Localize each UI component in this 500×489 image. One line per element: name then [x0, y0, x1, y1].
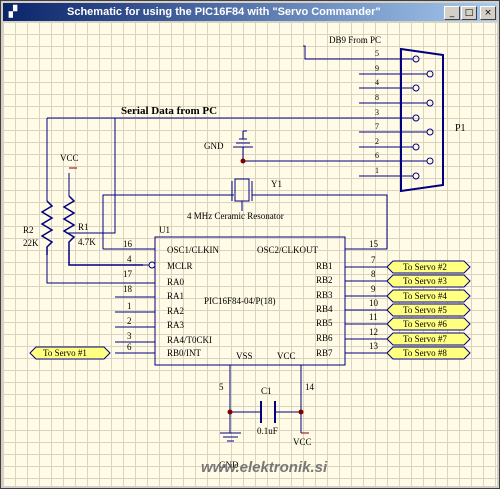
svg-text:9: 9 [371, 284, 376, 294]
vss-pin-num: 5 [219, 382, 224, 392]
svg-text:RB0/INT: RB0/INT [167, 348, 202, 358]
svg-text:2: 2 [375, 137, 379, 146]
svg-text:2: 2 [127, 316, 132, 326]
svg-text:7: 7 [371, 255, 376, 265]
vcc-pin-num: 14 [305, 382, 315, 392]
svg-text:1: 1 [127, 301, 132, 311]
svg-text:RA1: RA1 [167, 291, 184, 301]
resonator-label: 4 MHz Ceramic Resonator [187, 211, 284, 221]
svg-text:16: 16 [123, 239, 133, 249]
schematic-diagram: DB9 From PC P1 5 9 4 8 3 7 2 6 1 Serial … [23, 35, 471, 470]
maximize-button[interactable]: □ [461, 6, 477, 20]
db9-pin-leads [359, 58, 427, 177]
svg-text:RB2: RB2 [316, 275, 333, 285]
app-window: ▞ Schematic for using the PIC16F84 with … [0, 0, 500, 489]
svg-text:RB1: RB1 [316, 261, 333, 271]
vcc-bottom-label: VCC [293, 437, 312, 447]
svg-text:11: 11 [369, 312, 378, 322]
svg-text:18: 18 [123, 284, 133, 294]
svg-text:5: 5 [375, 49, 379, 58]
serial-data-label: Serial Data from PC [121, 105, 217, 117]
svg-text:RA0: RA0 [167, 277, 185, 287]
svg-text:8: 8 [371, 269, 376, 279]
svg-text:OSC1/CLKIN: OSC1/CLKIN [167, 245, 220, 255]
svg-text:RA2: RA2 [167, 306, 184, 316]
svg-text:7: 7 [375, 122, 379, 131]
svg-text:RB6: RB6 [316, 333, 333, 343]
svg-text:13: 13 [369, 341, 379, 351]
vcc-left-label: VCC [60, 153, 79, 163]
svg-text:8: 8 [375, 93, 379, 102]
resonator-body [234, 178, 250, 202]
watermark: www.elektronik.si [201, 459, 328, 476]
gnd-top-label: GND [204, 141, 224, 151]
capacitor-plates [260, 401, 276, 423]
r2-ref: R2 [23, 225, 34, 235]
ic-name: PIC16F84-04/P(18) [204, 296, 276, 306]
svg-text:4: 4 [375, 78, 379, 87]
svg-text:RB7: RB7 [316, 348, 333, 358]
svg-text:MCLR: MCLR [167, 261, 193, 271]
svg-text:OSC2/CLKOUT: OSC2/CLKOUT [257, 245, 319, 255]
r1-value: 4.7K [78, 237, 96, 247]
svg-text:17: 17 [123, 269, 133, 279]
vcc-pin-label: VCC [277, 351, 296, 361]
svg-text:4: 4 [127, 254, 132, 264]
ic-ref: U1 [159, 225, 170, 235]
schematic-canvas: DB9 From PC P1 5 9 4 8 3 7 2 6 1 Serial … [3, 22, 497, 486]
resonator-ref: Y1 [271, 179, 282, 189]
svg-text:6: 6 [127, 342, 132, 352]
svg-text:3: 3 [375, 108, 379, 117]
svg-text:3: 3 [127, 331, 132, 341]
svg-text:To Servo #3: To Servo #3 [403, 276, 447, 286]
svg-text:To Servo #5: To Servo #5 [403, 305, 447, 315]
cap-ref: C1 [261, 386, 272, 396]
db9-pin-numbers: 5 9 4 8 3 7 2 6 1 [375, 49, 379, 175]
svg-text:RA4/T0CKI: RA4/T0CKI [167, 335, 212, 345]
svg-text:RB5: RB5 [316, 318, 333, 328]
svg-text:10: 10 [369, 298, 379, 308]
app-icon: ▞ [8, 6, 18, 18]
close-button[interactable]: × [480, 6, 496, 20]
svg-text:12: 12 [369, 327, 378, 337]
svg-text:9: 9 [375, 64, 379, 73]
svg-text:To Servo #4: To Servo #4 [403, 291, 447, 301]
p1-label: P1 [455, 123, 466, 134]
svg-text:To Servo #7: To Servo #7 [403, 334, 447, 344]
vss-label: VSS [236, 351, 253, 361]
svg-text:1: 1 [375, 166, 379, 175]
svg-text:To Servo #2: To Servo #2 [403, 262, 447, 272]
svg-text:To Servo #8: To Servo #8 [403, 348, 447, 358]
title-bar[interactable]: ▞ Schematic for using the PIC16F84 with … [3, 3, 497, 21]
r2-resistor [40, 200, 54, 255]
minimize-button[interactable]: _ [444, 6, 460, 20]
svg-text:To Servo #6: To Servo #6 [403, 319, 447, 329]
svg-text:15: 15 [369, 239, 379, 249]
svg-text:To Servo #1: To Servo #1 [43, 348, 87, 358]
svg-text:RA3: RA3 [167, 320, 185, 330]
svg-text:RB4: RB4 [316, 304, 333, 314]
r1-ref: R1 [78, 222, 89, 232]
db9-shell [400, 47, 444, 193]
svg-text:RB3: RB3 [316, 290, 333, 300]
window-title: Schematic for using the PIC16F84 with "S… [67, 6, 381, 18]
svg-text:6: 6 [375, 151, 379, 160]
r2-value: 22K [23, 238, 39, 248]
db9-label: DB9 From PC [329, 35, 381, 45]
cap-value: 0.1uF [257, 426, 278, 436]
